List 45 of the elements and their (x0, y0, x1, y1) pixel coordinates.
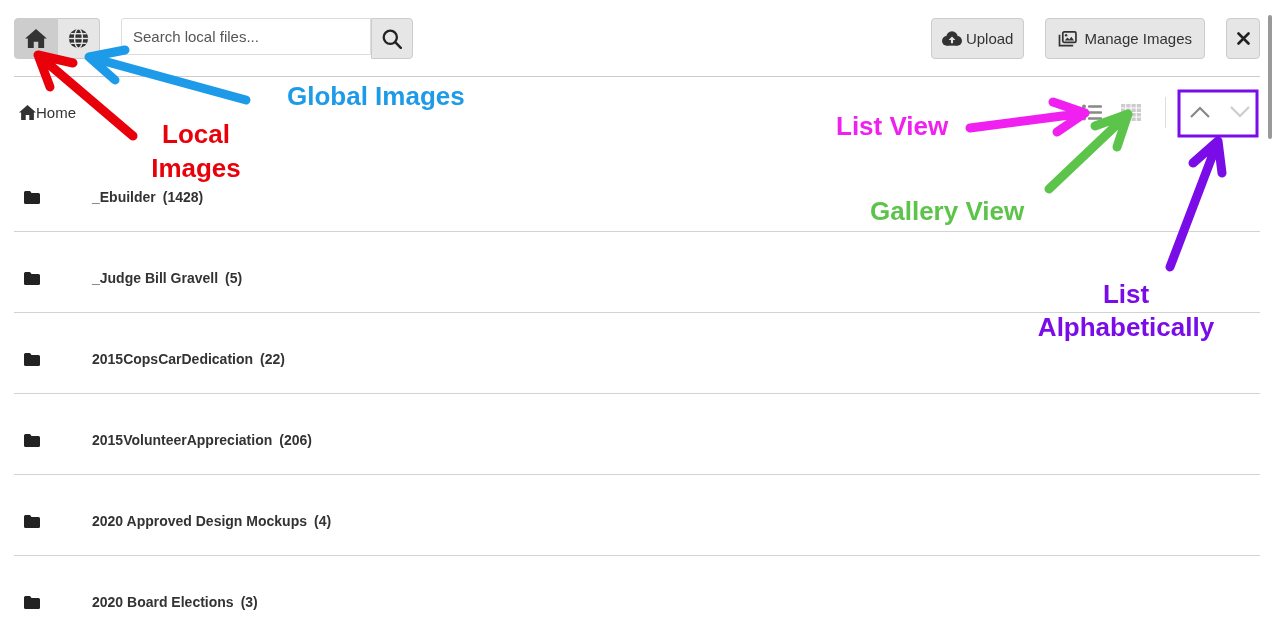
home-button[interactable] (14, 18, 58, 59)
breadcrumb-link[interactable]: Home (19, 103, 76, 121)
folder-name[interactable]: _Judge Bill Gravell (92, 268, 219, 288)
globe-button[interactable] (58, 18, 100, 59)
folder-count: (22) (260, 350, 285, 369)
grid-icon (1121, 103, 1141, 121)
globe-icon (68, 28, 89, 49)
annotation-label: Local Images (150, 118, 242, 185)
list-icon (1082, 103, 1102, 121)
home-icon (19, 104, 36, 120)
chevron-up-icon (1190, 106, 1210, 118)
annotation-label: Gallery View (870, 195, 1025, 227)
folder-count: (3) (240, 593, 258, 612)
folder-icon (24, 595, 40, 609)
folder-icon (24, 271, 40, 285)
annotation-label: List Alphabetically (1036, 278, 1216, 344)
folder-icon (24, 352, 40, 366)
folder-name[interactable]: 2015VolunteerAppreciation (92, 430, 273, 450)
gallery-view-button[interactable] (1121, 103, 1141, 121)
folder-count: (5) (225, 269, 243, 288)
folder-icon (24, 190, 40, 204)
folder-icon (24, 514, 40, 528)
cloud-upload-icon (941, 31, 962, 46)
folder-count: (4) (314, 512, 332, 531)
search-field[interactable]: Search local files... (121, 18, 371, 55)
folder-count: (206) (279, 431, 312, 450)
folder-icon (24, 433, 40, 447)
close-button[interactable] (1226, 18, 1260, 59)
folder-name[interactable]: 2020 Board Elections (92, 592, 234, 612)
search-button[interactable] (371, 18, 413, 59)
chevron-down-icon (1230, 106, 1250, 118)
home-icon (25, 29, 47, 48)
folder-name[interactable]: 2020 Approved Design Mockups (92, 511, 307, 531)
search-icon (382, 28, 402, 49)
upload-button[interactable]: Upload (930, 18, 1025, 59)
scrollbar-thumb[interactable] (1268, 15, 1272, 139)
annotation-label: List View (836, 110, 949, 142)
folder-count: (1428) (162, 188, 204, 207)
close-icon (1236, 32, 1250, 45)
folder-name[interactable]: _Ebuilder (92, 187, 156, 207)
manage-images-button[interactable]: Manage Images (1045, 18, 1205, 59)
annotation-label: Global Images (287, 80, 465, 112)
folder-name[interactable]: 2015CopsCarDedication (92, 349, 254, 369)
list-view-button[interactable] (1082, 103, 1102, 121)
images-icon (1058, 30, 1078, 47)
